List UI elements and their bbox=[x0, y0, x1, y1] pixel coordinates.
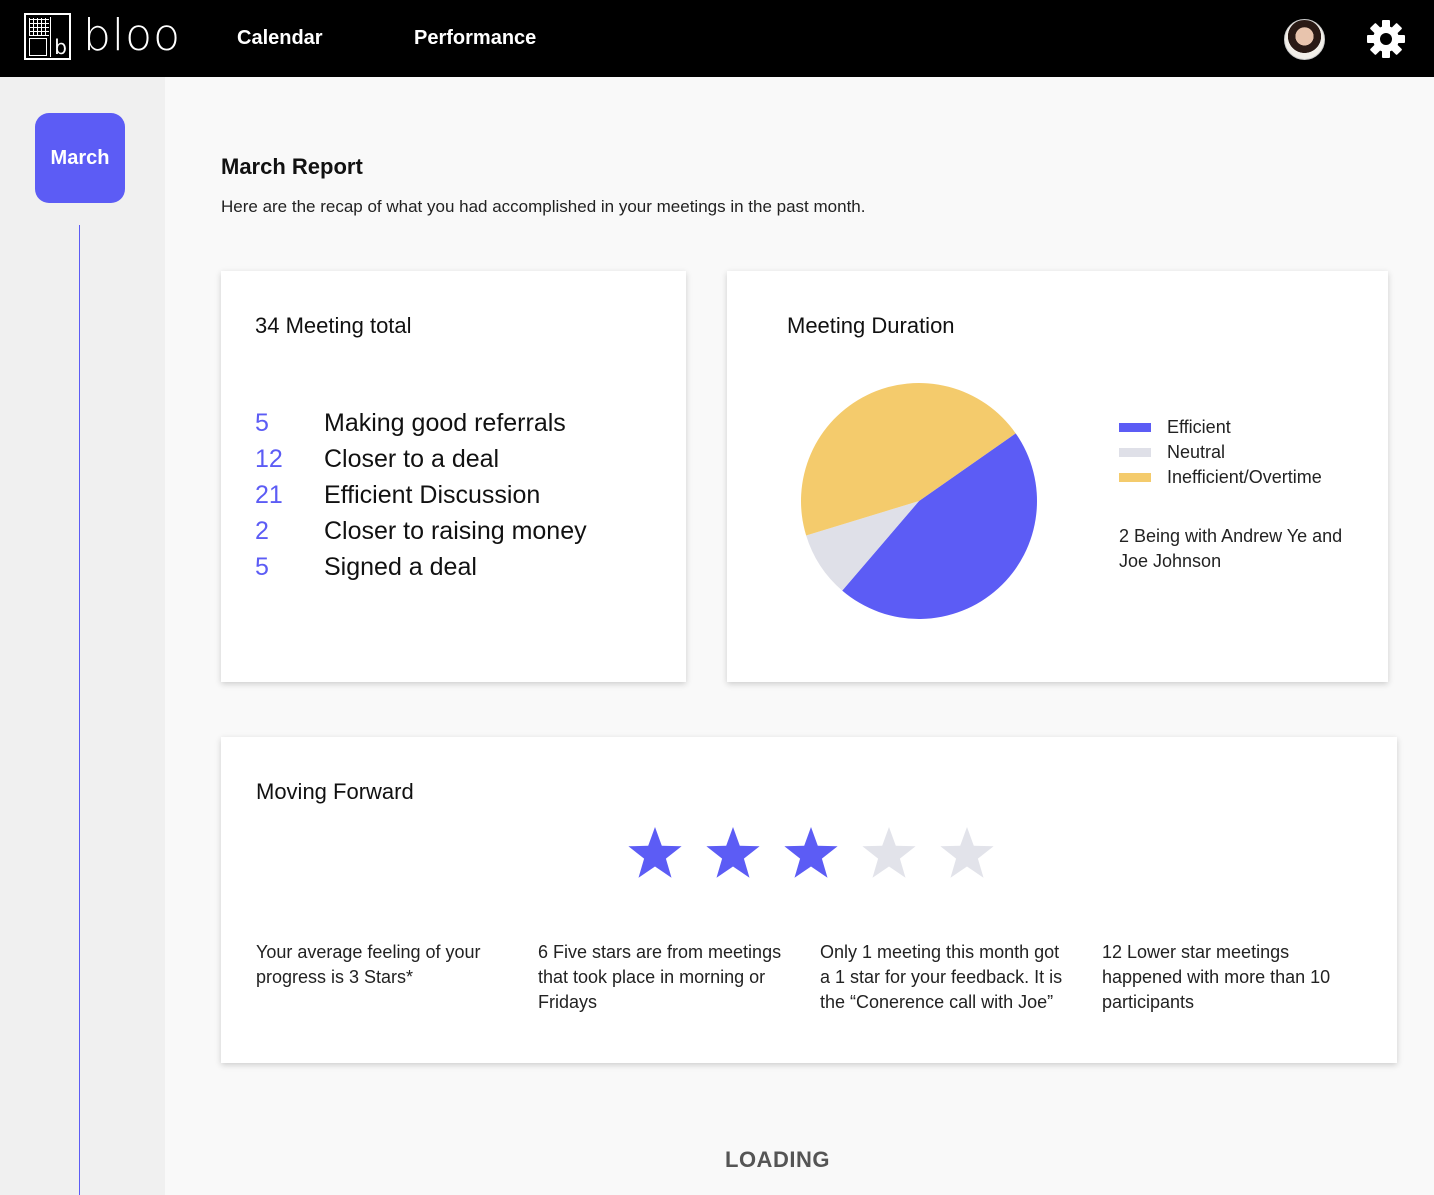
insight-text: Only 1 meeting this month got a 1 star f… bbox=[820, 942, 1063, 1012]
star-icon[interactable] bbox=[782, 825, 840, 881]
stat-row: 2 Closer to raising money bbox=[255, 513, 587, 549]
chart-note: 2 Being with Andrew Ye and Joe Johnson bbox=[1119, 526, 1343, 571]
legend-item: Inefficient/Overtime bbox=[1119, 465, 1322, 490]
page-subtitle: Here are the recap of what you had accom… bbox=[221, 197, 866, 216]
chart-legend: Efficient Neutral Inefficient/Overtime bbox=[1119, 415, 1322, 490]
gear-icon[interactable] bbox=[1366, 19, 1406, 59]
card-title: Moving Forward bbox=[256, 779, 414, 804]
legend-label: Inefficient/Overtime bbox=[1167, 467, 1322, 487]
legend-swatch bbox=[1119, 473, 1151, 482]
stat-row: 5 Signed a deal bbox=[255, 549, 587, 585]
legend-item: Neutral bbox=[1119, 440, 1322, 465]
stat-label: Closer to raising money bbox=[324, 516, 587, 545]
pie-chart bbox=[801, 383, 1037, 619]
stat-count: 21 bbox=[255, 480, 283, 509]
top-bar: b bloo Calendar Performance bbox=[0, 0, 1434, 77]
card-title: 34 Meeting total bbox=[255, 313, 412, 338]
logo-mark-icon: b bbox=[24, 12, 71, 60]
insight-text: 6 Five stars are from meetings that took… bbox=[538, 942, 782, 1012]
stat-label: Efficient Discussion bbox=[324, 480, 541, 509]
legend-swatch bbox=[1119, 448, 1151, 457]
logo[interactable]: b bloo bbox=[24, 12, 181, 60]
timeline-line bbox=[79, 225, 80, 1195]
month-button-march[interactable]: March bbox=[35, 113, 125, 203]
stat-label: Closer to a deal bbox=[324, 444, 500, 473]
sidebar: March bbox=[0, 77, 165, 1195]
insight-text: Your average feeling of your progress is… bbox=[256, 942, 481, 987]
nav-calendar[interactable]: Calendar bbox=[237, 27, 323, 50]
star-rating bbox=[626, 825, 1016, 881]
star-icon[interactable] bbox=[704, 825, 762, 881]
stat-count: 5 bbox=[255, 552, 269, 581]
stat-label: Making good referrals bbox=[324, 408, 566, 437]
stat-list: 5 Making good referrals 12 Closer to a d… bbox=[255, 405, 587, 585]
moving-forward-card: Moving Forward Your average feeling of y… bbox=[221, 737, 1397, 1063]
legend-label: Efficient bbox=[1167, 417, 1231, 437]
insight-text: 12 Lower star meetings happened with mor… bbox=[1102, 942, 1331, 1012]
stat-count: 2 bbox=[255, 516, 269, 545]
meeting-duration-card: Meeting Duration Efficient Neutral Ineff… bbox=[727, 271, 1388, 682]
logo-text: bloo bbox=[83, 10, 181, 61]
nav-performance[interactable]: Performance bbox=[414, 27, 536, 50]
stat-label: Signed a deal bbox=[324, 552, 477, 581]
star-icon[interactable] bbox=[860, 825, 918, 881]
stat-count: 5 bbox=[255, 408, 269, 437]
page-title: March Report bbox=[221, 154, 363, 179]
stat-count: 12 bbox=[255, 444, 283, 473]
card-title: Meeting Duration bbox=[787, 313, 955, 338]
star-icon[interactable] bbox=[938, 825, 996, 881]
legend-label: Neutral bbox=[1167, 442, 1226, 462]
logo-mark-letter: b bbox=[54, 34, 67, 59]
stat-row: 5 Making good referrals bbox=[255, 405, 587, 441]
legend-swatch bbox=[1119, 423, 1151, 432]
avatar[interactable] bbox=[1284, 19, 1325, 60]
loading-text: LOADING bbox=[725, 1147, 830, 1172]
legend-item: Efficient bbox=[1119, 415, 1322, 440]
stat-row: 21 Efficient Discussion bbox=[255, 477, 587, 513]
star-icon[interactable] bbox=[626, 825, 684, 881]
stat-row: 12 Closer to a deal bbox=[255, 441, 587, 477]
meeting-totals-card: 34 Meeting total 5 Making good referrals… bbox=[221, 271, 686, 682]
